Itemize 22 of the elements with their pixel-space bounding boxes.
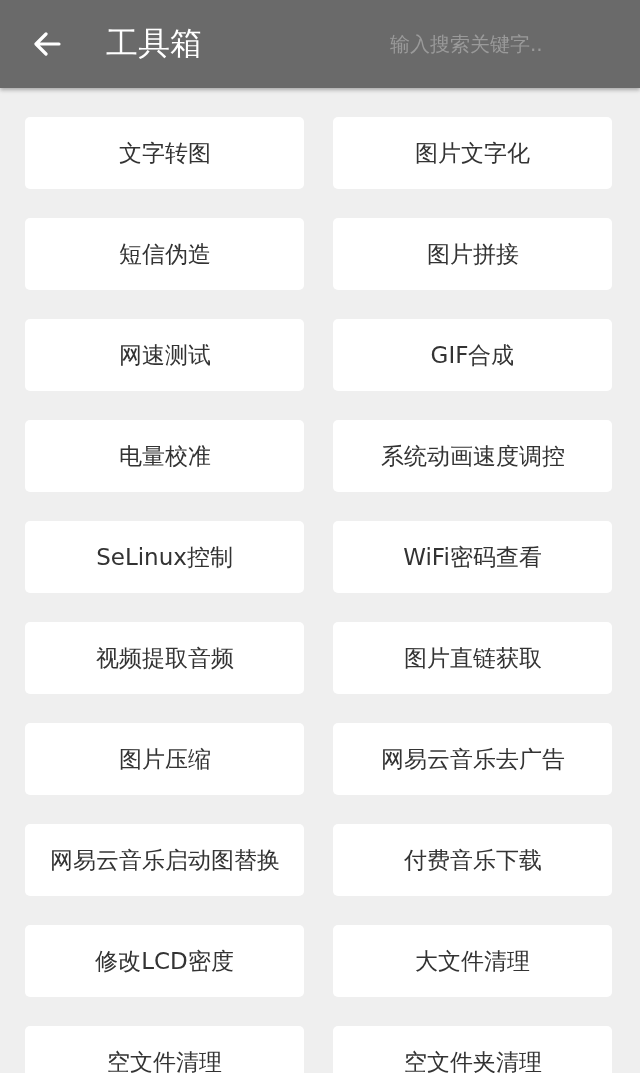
tool-button[interactable]: 空文件夹清理: [333, 1026, 612, 1073]
tool-button[interactable]: 文字转图: [25, 117, 304, 189]
tool-button[interactable]: SeLinux控制: [25, 521, 304, 593]
tool-button[interactable]: 网速测试: [25, 319, 304, 391]
tool-button[interactable]: 系统动画速度调控: [333, 420, 612, 492]
tool-button[interactable]: 图片压缩: [25, 723, 304, 795]
tool-button[interactable]: 付费音乐下载: [333, 824, 612, 896]
tool-button[interactable]: 图片直链获取: [333, 622, 612, 694]
back-icon[interactable]: [33, 32, 61, 56]
tool-button[interactable]: GIF合成: [333, 319, 612, 391]
tool-button[interactable]: 网易云音乐去广告: [333, 723, 612, 795]
tool-button[interactable]: 短信伪造: [25, 218, 304, 290]
tool-button[interactable]: 视频提取音频: [25, 622, 304, 694]
page-title: 工具箱: [106, 23, 202, 64]
tool-button[interactable]: 电量校准: [25, 420, 304, 492]
tool-button[interactable]: 图片文字化: [333, 117, 612, 189]
tool-button[interactable]: 修改LCD密度: [25, 925, 304, 997]
tool-button[interactable]: WiFi密码查看: [333, 521, 612, 593]
tool-button[interactable]: 空文件清理: [25, 1026, 304, 1073]
tool-button[interactable]: 图片拼接: [333, 218, 612, 290]
tool-button[interactable]: 网易云音乐启动图替换: [25, 824, 304, 896]
tool-button[interactable]: 大文件清理: [333, 925, 612, 997]
